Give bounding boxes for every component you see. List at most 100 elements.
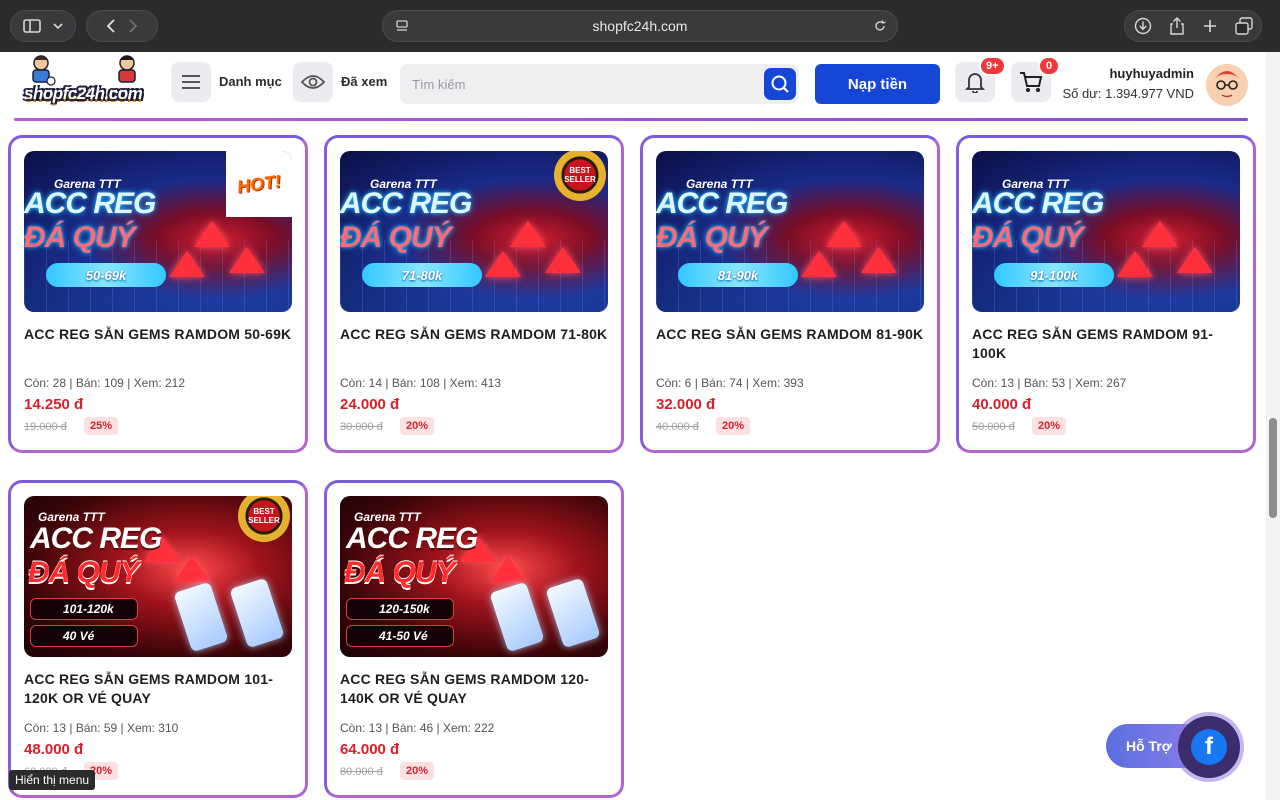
gem-icon (174, 556, 210, 582)
product-card[interactable]: Garena TTT ACC REG ĐÁ QUÝ 50-69k HOT! AC… (8, 135, 308, 453)
gem-icon (485, 251, 521, 277)
product-image[interactable]: Garena TTT ACC REG ĐÁ QUÝ 120-150k 41-50… (340, 496, 608, 657)
product-stats: Còn: 13 | Bán: 46 | Xem: 222 (340, 721, 495, 735)
discount-badge: 20% (400, 417, 435, 435)
product-old-price: 40.000 đ (656, 421, 699, 433)
gem-icon (861, 247, 897, 273)
scrollbar-thumb[interactable] (1269, 418, 1277, 518)
viewed-label[interactable]: Đã xem (341, 74, 387, 89)
product-price: 14.250 đ (24, 396, 84, 413)
product-title[interactable]: ACC REG SẴN GEMS RAMDOM 120-140K OR VÉ Q… (340, 670, 612, 708)
gem-icon (1117, 251, 1153, 277)
product-stats: Còn: 14 | Bán: 108 | Xem: 413 (340, 376, 502, 390)
product-old-price: 19.000 đ (24, 421, 67, 433)
search-input[interactable] (412, 64, 752, 104)
site-logo[interactable]: shopfc24h.com (20, 54, 154, 112)
product-title[interactable]: ACC REG SẴN GEMS RAMDOM 50-69K (24, 325, 296, 344)
product-card[interactable]: Garena TTT ACC REG ĐÁ QUÝ 120-150k 41-50… (324, 480, 624, 798)
hamburger-icon (182, 75, 200, 89)
product-image[interactable]: Garena TTT ACC REG ĐÁ QUÝ 71-80k BEST SE… (340, 151, 608, 312)
gem-icon (490, 556, 526, 582)
image-subtitle: ĐÁ QUÝ (656, 221, 768, 254)
category-menu-button[interactable] (171, 62, 211, 102)
search-box (400, 64, 799, 104)
product-stats: Còn: 13 | Bán: 59 | Xem: 310 (24, 721, 179, 735)
new-tab-icon[interactable] (1202, 18, 1218, 34)
topup-button[interactable]: Nạp tiền (815, 64, 940, 104)
user-avatar-icon (1206, 64, 1248, 106)
image-subtitle: ĐÁ QUÝ (340, 221, 452, 254)
product-image[interactable]: Garena TTT ACC REG ĐÁ QUÝ 50-69k HOT! (24, 151, 292, 312)
product-card[interactable]: Garena TTT ACC REG ĐÁ QUÝ 91-100k ACC RE… (956, 135, 1256, 453)
back-icon[interactable] (106, 19, 116, 33)
product-old-price: 80.000 đ (340, 766, 383, 778)
image-range: 81-90k (678, 263, 798, 287)
product-title[interactable]: ACC REG SẴN GEMS RAMDOM 101-120K OR VÉ Q… (24, 670, 296, 708)
gem-icon (194, 221, 230, 247)
product-stats: Còn: 6 | Bán: 74 | Xem: 393 (656, 376, 804, 390)
download-icon[interactable] (1134, 17, 1152, 35)
address-bar[interactable]: shopfc24h.com (382, 10, 898, 42)
product-price: 40.000 đ (972, 396, 1032, 413)
account-balance: Số dư: 1.394.977 VND (1062, 86, 1194, 101)
sidebar-toggle-button[interactable] (10, 10, 76, 42)
browser-toolbar: shopfc24h.com (0, 0, 1280, 52)
product-image[interactable]: Garena TTT ACC REG ĐÁ QUÝ 81-90k (656, 151, 924, 312)
image-subtitle: ĐÁ QUÝ (972, 221, 1084, 254)
category-menu-label[interactable]: Danh mục (219, 74, 282, 89)
search-button[interactable] (764, 68, 796, 100)
product-image[interactable]: Garena TTT ACC REG ĐÁ QUÝ 91-100k (972, 151, 1240, 312)
product-old-price: 50.000 đ (972, 421, 1015, 433)
product-title[interactable]: ACC REG SẴN GEMS RAMDOM 81-90K (656, 325, 928, 344)
ticket-icon (489, 581, 545, 653)
viewed-button[interactable] (293, 62, 333, 102)
image-range: 120-150k (346, 598, 454, 620)
tabs-overview-icon[interactable] (1234, 17, 1253, 35)
image-range: 50-69k (46, 263, 166, 287)
hot-badge-text: HOT! (235, 170, 283, 197)
facebook-button[interactable]: f (1178, 716, 1240, 778)
ticket-icon (545, 577, 601, 649)
browser-actions (1124, 10, 1262, 42)
gem-icon (1177, 247, 1213, 273)
chevron-down-icon (53, 23, 63, 30)
gem-icon (826, 221, 862, 247)
url-text: shopfc24h.com (592, 18, 688, 34)
logo-text: shopfc24h.com (24, 84, 143, 103)
image-title: ACC REG (972, 187, 1104, 220)
site-header: shopfc24h.com Danh mục Đã xem Nạp tiền 9… (0, 52, 1266, 118)
ticket-icon (229, 577, 285, 649)
product-card[interactable]: Garena TTT ACC REG ĐÁ QUÝ 81-90k ACC REG… (640, 135, 940, 453)
product-card[interactable]: Garena TTT ACC REG ĐÁ QUÝ 71-80k BEST SE… (324, 135, 624, 453)
product-title[interactable]: ACC REG SẴN GEMS RAMDOM 71-80K (340, 325, 612, 344)
reload-icon[interactable] (873, 19, 887, 33)
image-subtitle: ĐÁ QUÝ (344, 556, 456, 589)
page-menu-icon[interactable] (395, 19, 409, 33)
gem-icon (229, 247, 265, 273)
image-tickets: 41-50 Vé (346, 625, 454, 647)
product-image[interactable]: Garena TTT ACC REG ĐÁ QUÝ 101-120k 40 Vé… (24, 496, 292, 657)
bell-icon (965, 73, 985, 93)
image-title: ACC REG (346, 522, 478, 555)
avatar[interactable] (1206, 64, 1248, 106)
image-subtitle: ĐÁ QUÝ (28, 556, 140, 589)
product-stats: Còn: 13 | Bán: 53 | Xem: 267 (972, 376, 1127, 390)
cart-badge: 0 (1038, 56, 1060, 76)
product-price: 64.000 đ (340, 741, 400, 758)
product-title[interactable]: ACC REG SẴN GEMS RAMDOM 91-100K (972, 325, 1244, 363)
discount-badge: 20% (716, 417, 751, 435)
username[interactable]: huyhuyadmin (1109, 66, 1194, 81)
notifications-badge: 9+ (979, 56, 1006, 76)
image-title: ACC REG (30, 522, 162, 555)
page-scrollbar[interactable] (1266, 52, 1280, 800)
image-title: ACC REG (340, 187, 472, 220)
share-icon[interactable] (1169, 17, 1185, 35)
image-range: 101-120k (30, 598, 138, 620)
product-card[interactable]: Garena TTT ACC REG ĐÁ QUÝ 101-120k 40 Vé… (8, 480, 308, 798)
best-seller-badge: BEST SELLER (238, 496, 290, 542)
forward-icon[interactable] (128, 19, 138, 33)
discount-badge: 25% (84, 417, 119, 435)
hot-badge: HOT! (226, 151, 292, 217)
ticket-icon (173, 581, 229, 653)
header-divider (14, 118, 1248, 121)
